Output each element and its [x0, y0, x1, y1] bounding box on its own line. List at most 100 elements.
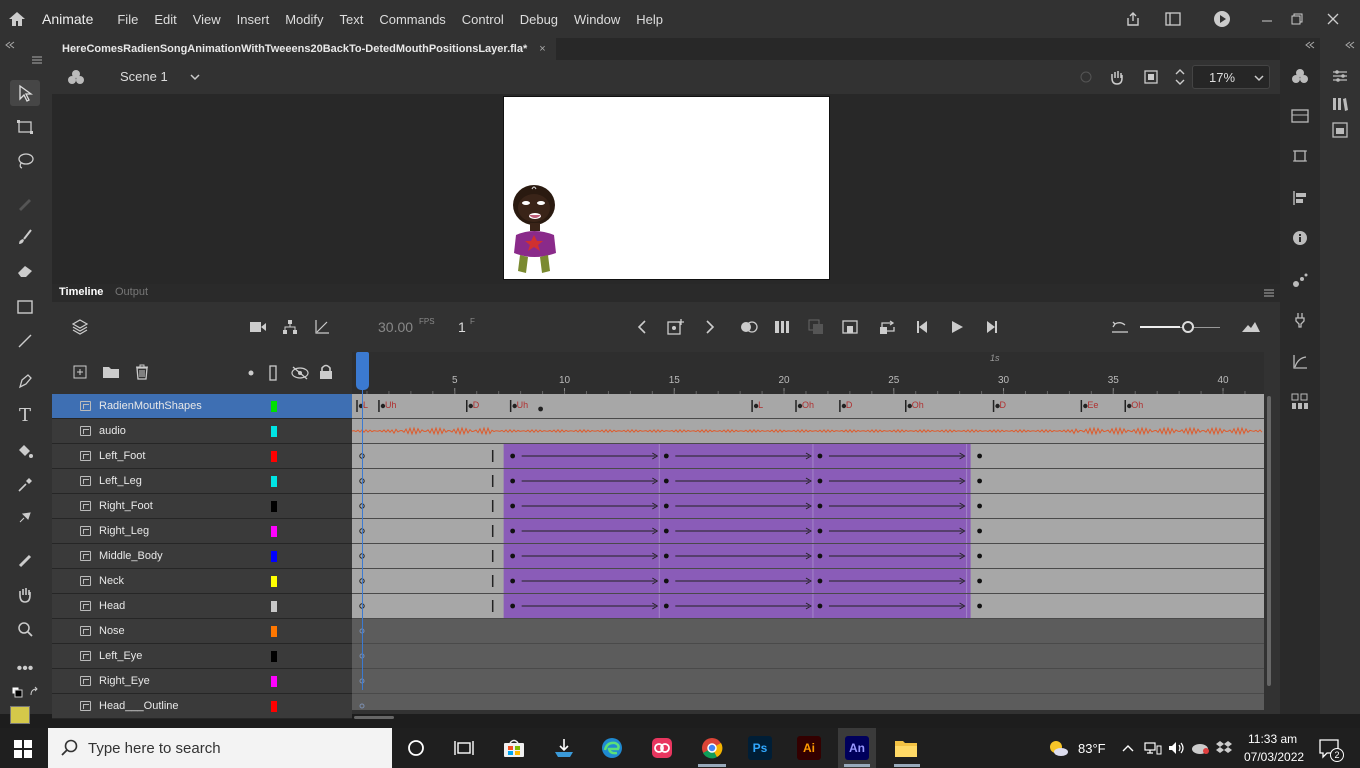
tab-timeline[interactable]: Timeline	[59, 286, 103, 298]
paint-bucket-tool-icon[interactable]	[10, 438, 40, 464]
layer-outline-color[interactable]	[271, 550, 277, 562]
vertical-scrollbar[interactable]	[1267, 396, 1271, 686]
scene-panel-icon[interactable]	[1328, 118, 1352, 142]
volume-icon[interactable]	[1168, 740, 1186, 756]
layer-name[interactable]: Head___Outline	[99, 700, 269, 712]
pin-tool-icon[interactable]	[10, 504, 40, 530]
camera-rotate-icon[interactable]	[1108, 68, 1128, 86]
center-frame-icon[interactable]	[840, 318, 860, 336]
onedrive-icon[interactable]	[1190, 740, 1210, 756]
components-icon[interactable]	[1288, 308, 1312, 332]
default-colors-icon[interactable]	[10, 686, 24, 698]
library-books-icon[interactable]	[1328, 92, 1352, 116]
edit-symbols-icon[interactable]	[66, 68, 86, 86]
task-view-icon[interactable]	[452, 736, 476, 760]
layer-name[interactable]: Left_Foot	[99, 450, 269, 462]
menu-commands[interactable]: Commands	[371, 12, 453, 27]
menu-text[interactable]: Text	[331, 12, 371, 27]
hide-all-icon[interactable]	[290, 364, 310, 382]
layer-row[interactable]: Right_Foot	[52, 494, 352, 519]
character-radien[interactable]	[510, 183, 564, 279]
show-graph-icon[interactable]	[312, 318, 332, 336]
layer-name[interactable]: Nose	[99, 625, 269, 637]
zoom-select[interactable]: 17%	[1192, 65, 1270, 89]
layer-outline-color[interactable]	[271, 600, 277, 612]
layer-outline-color[interactable]	[271, 475, 277, 487]
layer-outline-color[interactable]	[271, 575, 277, 587]
fit-stage-icon[interactable]	[1172, 66, 1188, 88]
dropbox-icon[interactable]	[1214, 740, 1234, 756]
insert-keyframe-icon[interactable]	[666, 317, 686, 337]
layer-row[interactable]: Neck	[52, 569, 352, 594]
motion-presets-icon[interactable]	[1288, 268, 1312, 292]
stage-canvas[interactable]	[503, 96, 830, 280]
menu-control[interactable]: Control	[454, 12, 512, 27]
fps-value[interactable]: 30.00	[378, 319, 413, 335]
layers-icon[interactable]	[70, 318, 90, 336]
layer-name[interactable]: Middle_Body	[99, 550, 269, 562]
highlight-layers-icon[interactable]	[246, 368, 256, 378]
onion-skin-icon[interactable]	[738, 318, 760, 336]
bone-tool-icon[interactable]	[10, 548, 40, 574]
eyedropper-tool-icon[interactable]	[10, 472, 40, 498]
menu-debug[interactable]: Debug	[512, 12, 566, 27]
layer-name[interactable]: Right_Eye	[99, 675, 269, 687]
document-tab[interactable]: HereComesRadienSongAnimationWithTweeens2…	[52, 38, 556, 60]
zoom-dropdown-icon[interactable]	[1253, 72, 1265, 84]
network-icon[interactable]	[1144, 740, 1162, 756]
frames-grid[interactable]: L Uh D Uh L Oh D Oh D Ee Oh	[352, 394, 1264, 710]
timeline-menu-icon[interactable]	[1262, 287, 1276, 299]
minimize-icon[interactable]	[1258, 10, 1276, 28]
home-icon[interactable]	[0, 0, 34, 38]
eraser-tool-icon[interactable]	[10, 258, 40, 284]
snap-icon[interactable]	[1078, 69, 1094, 85]
selection-tool-icon[interactable]	[10, 80, 40, 106]
workspace-icon[interactable]	[1164, 11, 1182, 27]
file-explorer-icon[interactable]	[894, 736, 918, 760]
info-icon[interactable]	[1288, 226, 1312, 250]
tab-output[interactable]: Output	[115, 286, 148, 298]
layer-name[interactable]: Neck	[99, 575, 269, 587]
microsoft-store-icon[interactable]	[502, 736, 526, 760]
zoom-tool-icon[interactable]	[10, 616, 40, 642]
timeline-size-icon[interactable]	[1240, 318, 1262, 336]
layer-row[interactable]: Nose	[52, 619, 352, 644]
layer-row[interactable]: Head___Outline	[52, 694, 352, 719]
app-installer-icon[interactable]	[552, 736, 576, 760]
layer-outline-color[interactable]	[271, 675, 277, 687]
frame-picker-icon[interactable]	[1288, 390, 1312, 414]
step-forward-icon[interactable]	[982, 318, 1000, 336]
lasso-tool-icon[interactable]	[10, 148, 40, 174]
restore-icon[interactable]	[1288, 10, 1306, 28]
layer-name[interactable]: Head	[99, 600, 269, 612]
collapse-panel-icon[interactable]	[4, 40, 16, 50]
layer-name[interactable]: RadienMouthShapes	[99, 400, 269, 412]
next-keyframe-icon[interactable]	[702, 318, 718, 336]
close-window-icon[interactable]	[1324, 10, 1342, 28]
assets-icon[interactable]	[1288, 104, 1312, 128]
onion-skin-outline-icon[interactable]	[772, 318, 792, 336]
animate-icon[interactable]: An	[845, 736, 869, 760]
frame-size-slider-thumb[interactable]	[1182, 321, 1194, 333]
photoshop-icon[interactable]: Ps	[748, 736, 772, 760]
layer-row[interactable]: Right_Eye	[52, 669, 352, 694]
play-icon[interactable]	[948, 318, 966, 336]
share-icon[interactable]	[1124, 10, 1142, 28]
layer-outline-color[interactable]	[271, 625, 277, 637]
layer-row[interactable]: Left_Foot	[52, 444, 352, 469]
layer-outline-color[interactable]	[271, 450, 277, 462]
edge-icon[interactable]	[600, 736, 624, 760]
layer-outline-color[interactable]	[271, 700, 277, 712]
transform-icon[interactable]	[1288, 144, 1312, 168]
properties-icon[interactable]	[1328, 64, 1352, 88]
test-movie-icon[interactable]	[1212, 9, 1232, 29]
layer-outline-color[interactable]	[271, 525, 277, 537]
more-tools-icon[interactable]: •••	[10, 656, 40, 682]
menu-edit[interactable]: Edit	[146, 12, 184, 27]
free-transform-tool-icon[interactable]	[10, 114, 40, 140]
menu-help[interactable]: Help	[628, 12, 671, 27]
menu-file[interactable]: File	[109, 12, 146, 27]
layer-name[interactable]: Right_Leg	[99, 525, 269, 537]
layer-outline-color[interactable]	[271, 425, 277, 437]
weather-temp[interactable]: 83°F	[1078, 741, 1106, 756]
